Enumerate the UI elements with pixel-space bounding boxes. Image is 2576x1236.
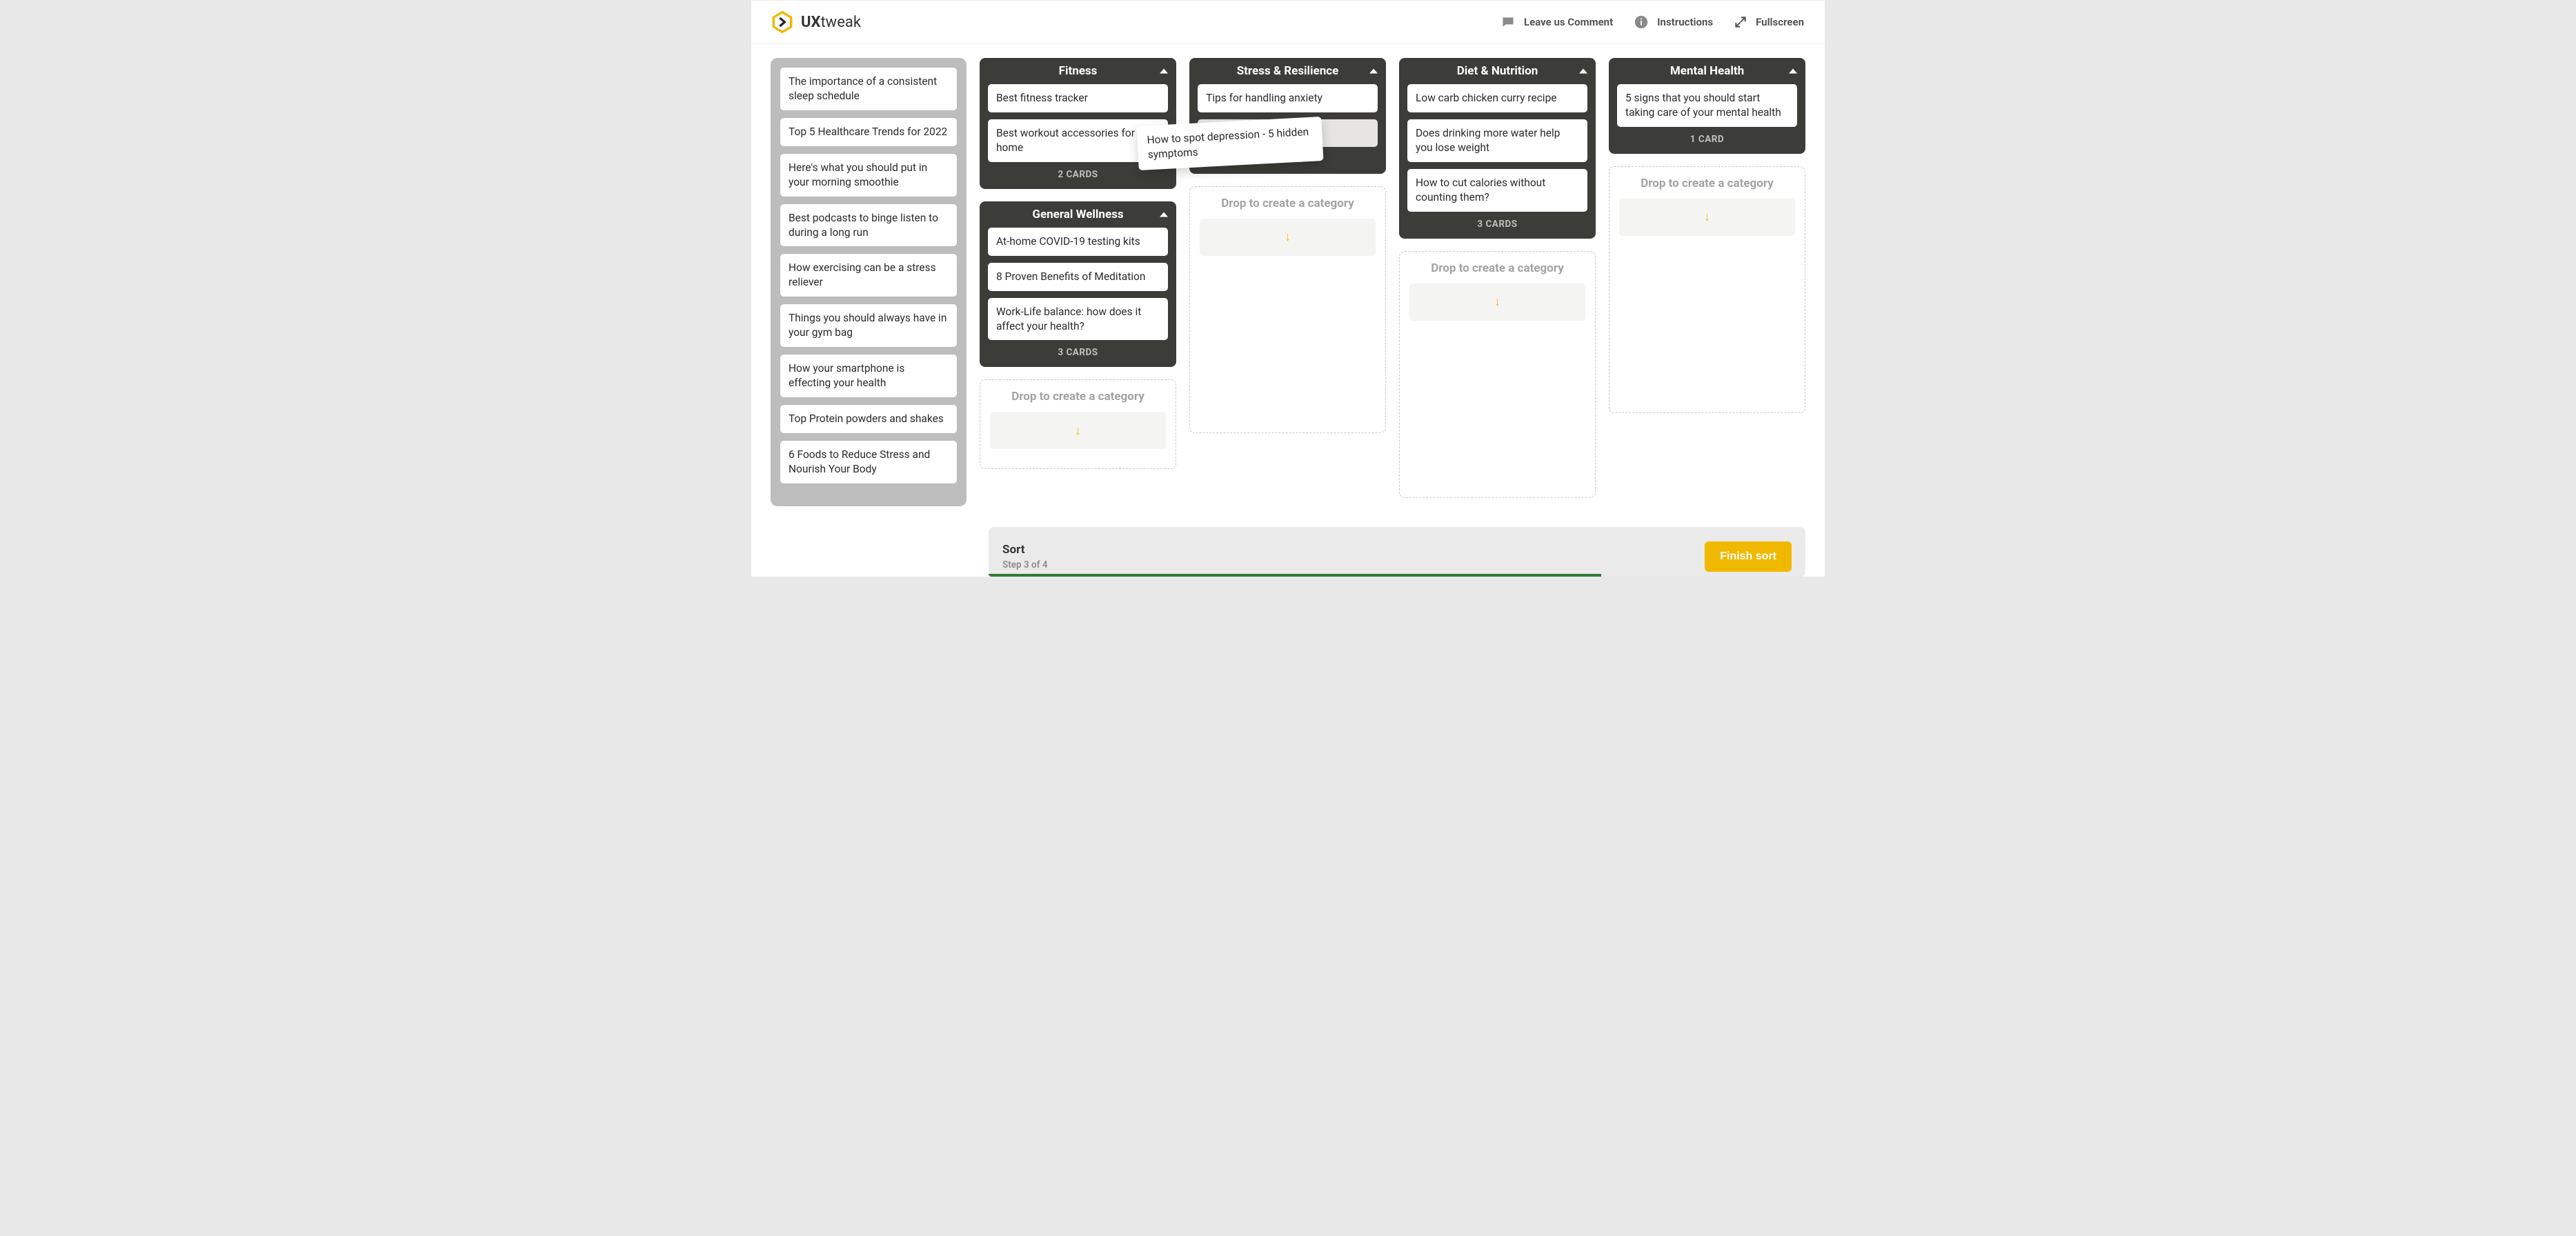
fullscreen-label: Fullscreen [1756,16,1804,28]
collapse-icon[interactable] [1369,69,1378,74]
footer-step: Step 3 of 4 [1002,559,1048,570]
category[interactable]: Mental Health 5 signs that you should sta… [1609,58,1805,154]
category-body[interactable]: At-home COVID-19 testing kits 8 Proven Be… [980,228,1176,341]
unsorted-pool[interactable]: The importance of a consistent sleep sch… [771,58,967,506]
card[interactable]: 5 signs that you should start taking car… [1617,84,1797,127]
category-header[interactable]: Mental Health [1609,58,1805,84]
comment-icon [1500,15,1516,29]
category-body[interactable]: Low carb chicken curry recipe Does drinki… [1399,84,1596,212]
create-category-dropzone[interactable]: Drop to create a category ↓ [1609,166,1805,413]
card[interactable]: Work-Life balance: how does it affect yo… [988,298,1168,341]
collapse-icon[interactable] [1789,69,1797,74]
collapse-icon[interactable] [1160,69,1168,74]
dropzone-body[interactable]: ↓ [1200,219,1376,256]
card[interactable]: How your smartphone is effecting your he… [780,355,957,397]
instructions-label: Instructions [1657,16,1713,28]
dropzone-label: Drop to create a category [1409,261,1585,275]
dropzone-body[interactable]: ↓ [1619,199,1795,236]
arrow-down-icon: ↓ [1075,423,1081,438]
category-count: 3 CARDS [1399,212,1596,239]
create-category-dropzone[interactable]: Drop to create a category ↓ [1189,186,1386,433]
brand-logo-icon [771,10,794,34]
dropzone-label: Drop to create a category [1200,197,1376,210]
card[interactable]: Top Protein powders and shakes [780,405,957,433]
card[interactable]: Here's what you should put in your morni… [780,154,957,197]
fullscreen-button[interactable]: Fullscreen [1734,15,1804,29]
category-header[interactable]: Stress & Resilience [1189,58,1386,84]
dropzone-body[interactable]: ↓ [990,412,1166,449]
finish-sort-button[interactable]: Finish sort [1705,541,1792,572]
leave-comment-label: Leave us Comment [1524,16,1613,28]
arrow-down-icon: ↓ [1285,230,1291,244]
collapse-icon[interactable] [1579,69,1587,74]
card[interactable]: Does drinking more water help you lose w… [1407,119,1587,162]
card[interactable]: How exercising can be a stress reliever [780,254,957,297]
info-icon [1634,14,1649,30]
category-header[interactable]: Fitness [980,58,1176,84]
dropzone-body[interactable]: ↓ [1409,283,1585,321]
card[interactable]: At-home COVID-19 testing kits [988,228,1168,256]
category[interactable]: General Wellness At-home COVID-19 testing… [980,201,1176,368]
leave-comment-button[interactable]: Leave us Comment [1500,15,1613,29]
brand-name: UXtweak [801,14,861,31]
instructions-button[interactable]: Instructions [1634,14,1713,30]
collapse-icon[interactable] [1160,212,1168,217]
create-category-dropzone[interactable]: Drop to create a category ↓ [980,379,1176,469]
board-column: Stress & Resilience Tips for handling anx… [1189,58,1386,433]
card[interactable]: Best fitness tracker [988,84,1168,112]
arrow-down-icon: ↓ [1704,210,1710,224]
category-header[interactable]: General Wellness [980,201,1176,228]
card[interactable]: 6 Foods to Reduce Stress and Nourish You… [780,441,957,484]
brand[interactable]: UXtweak [771,10,861,34]
card[interactable]: How to cut calories without counting the… [1407,169,1587,212]
card[interactable]: 8 Proven Benefits of Meditation [988,263,1168,291]
fullscreen-icon [1734,15,1747,29]
category-body[interactable]: 5 signs that you should start taking car… [1609,84,1805,127]
card[interactable]: Tips for handling anxiety [1198,84,1378,112]
card[interactable]: The importance of a consistent sleep sch… [780,68,957,110]
card-label: How to spot depression - 5 hidden sympto… [1147,126,1309,161]
category-header[interactable]: Diet & Nutrition [1399,58,1596,84]
footer-bar: Sort Step 3 of 4 Finish sort [989,527,1805,577]
category-count: 1 CARD [1609,127,1805,154]
board-column: Diet & Nutrition Low carb chicken curry r… [1399,58,1596,498]
category-title: General Wellness [1032,208,1123,221]
board-column: FitnessBest fitness trackerBest workout … [980,58,1176,469]
card[interactable]: Things you should always have in your gy… [780,304,957,347]
category[interactable]: Diet & Nutrition Low carb chicken curry r… [1399,58,1596,239]
dropzone-label: Drop to create a category [990,390,1166,403]
progress-bar [989,574,1601,577]
create-category-dropzone[interactable]: Drop to create a category ↓ [1399,251,1596,498]
card[interactable]: Low carb chicken curry recipe [1407,84,1587,112]
category-title: Mental Health [1670,64,1744,78]
category-title: Stress & Resilience [1237,64,1339,78]
footer-title: Sort [1002,543,1048,557]
card[interactable]: Best podcasts to binge listen to during … [780,204,957,247]
arrow-down-icon: ↓ [1494,295,1500,309]
category-title: Diet & Nutrition [1457,64,1538,78]
card[interactable]: Top 5 Healthcare Trends for 2022 [780,118,957,146]
dropzone-label: Drop to create a category [1619,177,1795,190]
category-title: Fitness [1059,64,1098,78]
board-column: Mental Health 5 signs that you should sta… [1609,58,1805,413]
category-count: 3 CARDS [980,340,1176,367]
